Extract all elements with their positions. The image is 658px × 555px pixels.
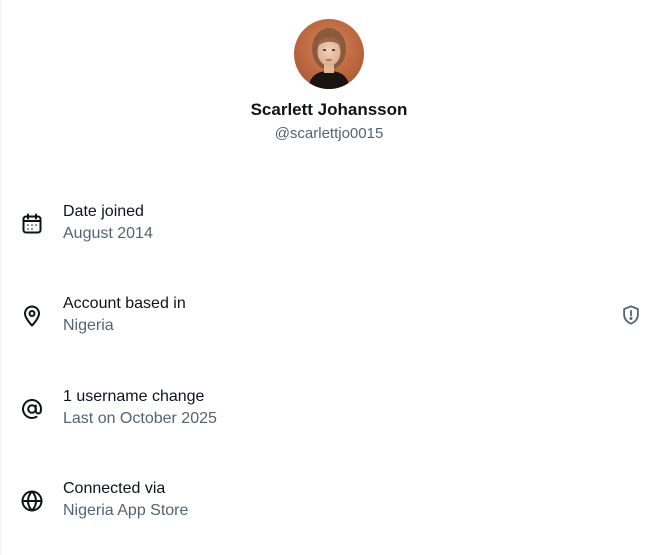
- username-change-row: 1 username change Last on October 2025: [0, 386, 658, 436]
- date-joined-row: Date joined August 2014: [0, 201, 658, 251]
- shield-alert-icon[interactable]: [620, 304, 642, 326]
- username-change-value: Last on October 2025: [63, 410, 217, 427]
- connected-via-row: Connected via Nigeria App Store: [0, 478, 658, 528]
- username-change-text: 1 username change Last on October 2025: [63, 386, 217, 430]
- connected-via-value: Nigeria App Store: [63, 502, 189, 519]
- at-sign-icon: [20, 397, 44, 421]
- connected-via-text: Connected via Nigeria App Store: [63, 478, 188, 522]
- date-joined-label: Date joined: [63, 203, 144, 220]
- account-location-label: Account based in: [63, 295, 186, 312]
- account-location-value: Nigeria: [63, 317, 114, 334]
- date-joined-text: Date joined August 2014: [63, 201, 153, 245]
- connected-via-label: Connected via: [63, 480, 166, 497]
- location-pin-icon: [20, 304, 44, 328]
- account-location-text: Account based in Nigeria: [63, 293, 186, 337]
- username-change-label: 1 username change: [63, 388, 205, 405]
- profile-header: Scarlett Johansson @scarlettjo0015: [0, 19, 658, 144]
- globe-icon: [20, 489, 44, 513]
- calendar-icon: [20, 212, 44, 236]
- date-joined-value: August 2014: [63, 225, 153, 242]
- display-name: Scarlett Johansson: [250, 100, 408, 119]
- avatar-image: [294, 19, 364, 89]
- user-handle: @scarlettjo0015: [274, 125, 384, 142]
- account-location-row: Account based in Nigeria: [0, 293, 658, 343]
- avatar[interactable]: [294, 19, 364, 89]
